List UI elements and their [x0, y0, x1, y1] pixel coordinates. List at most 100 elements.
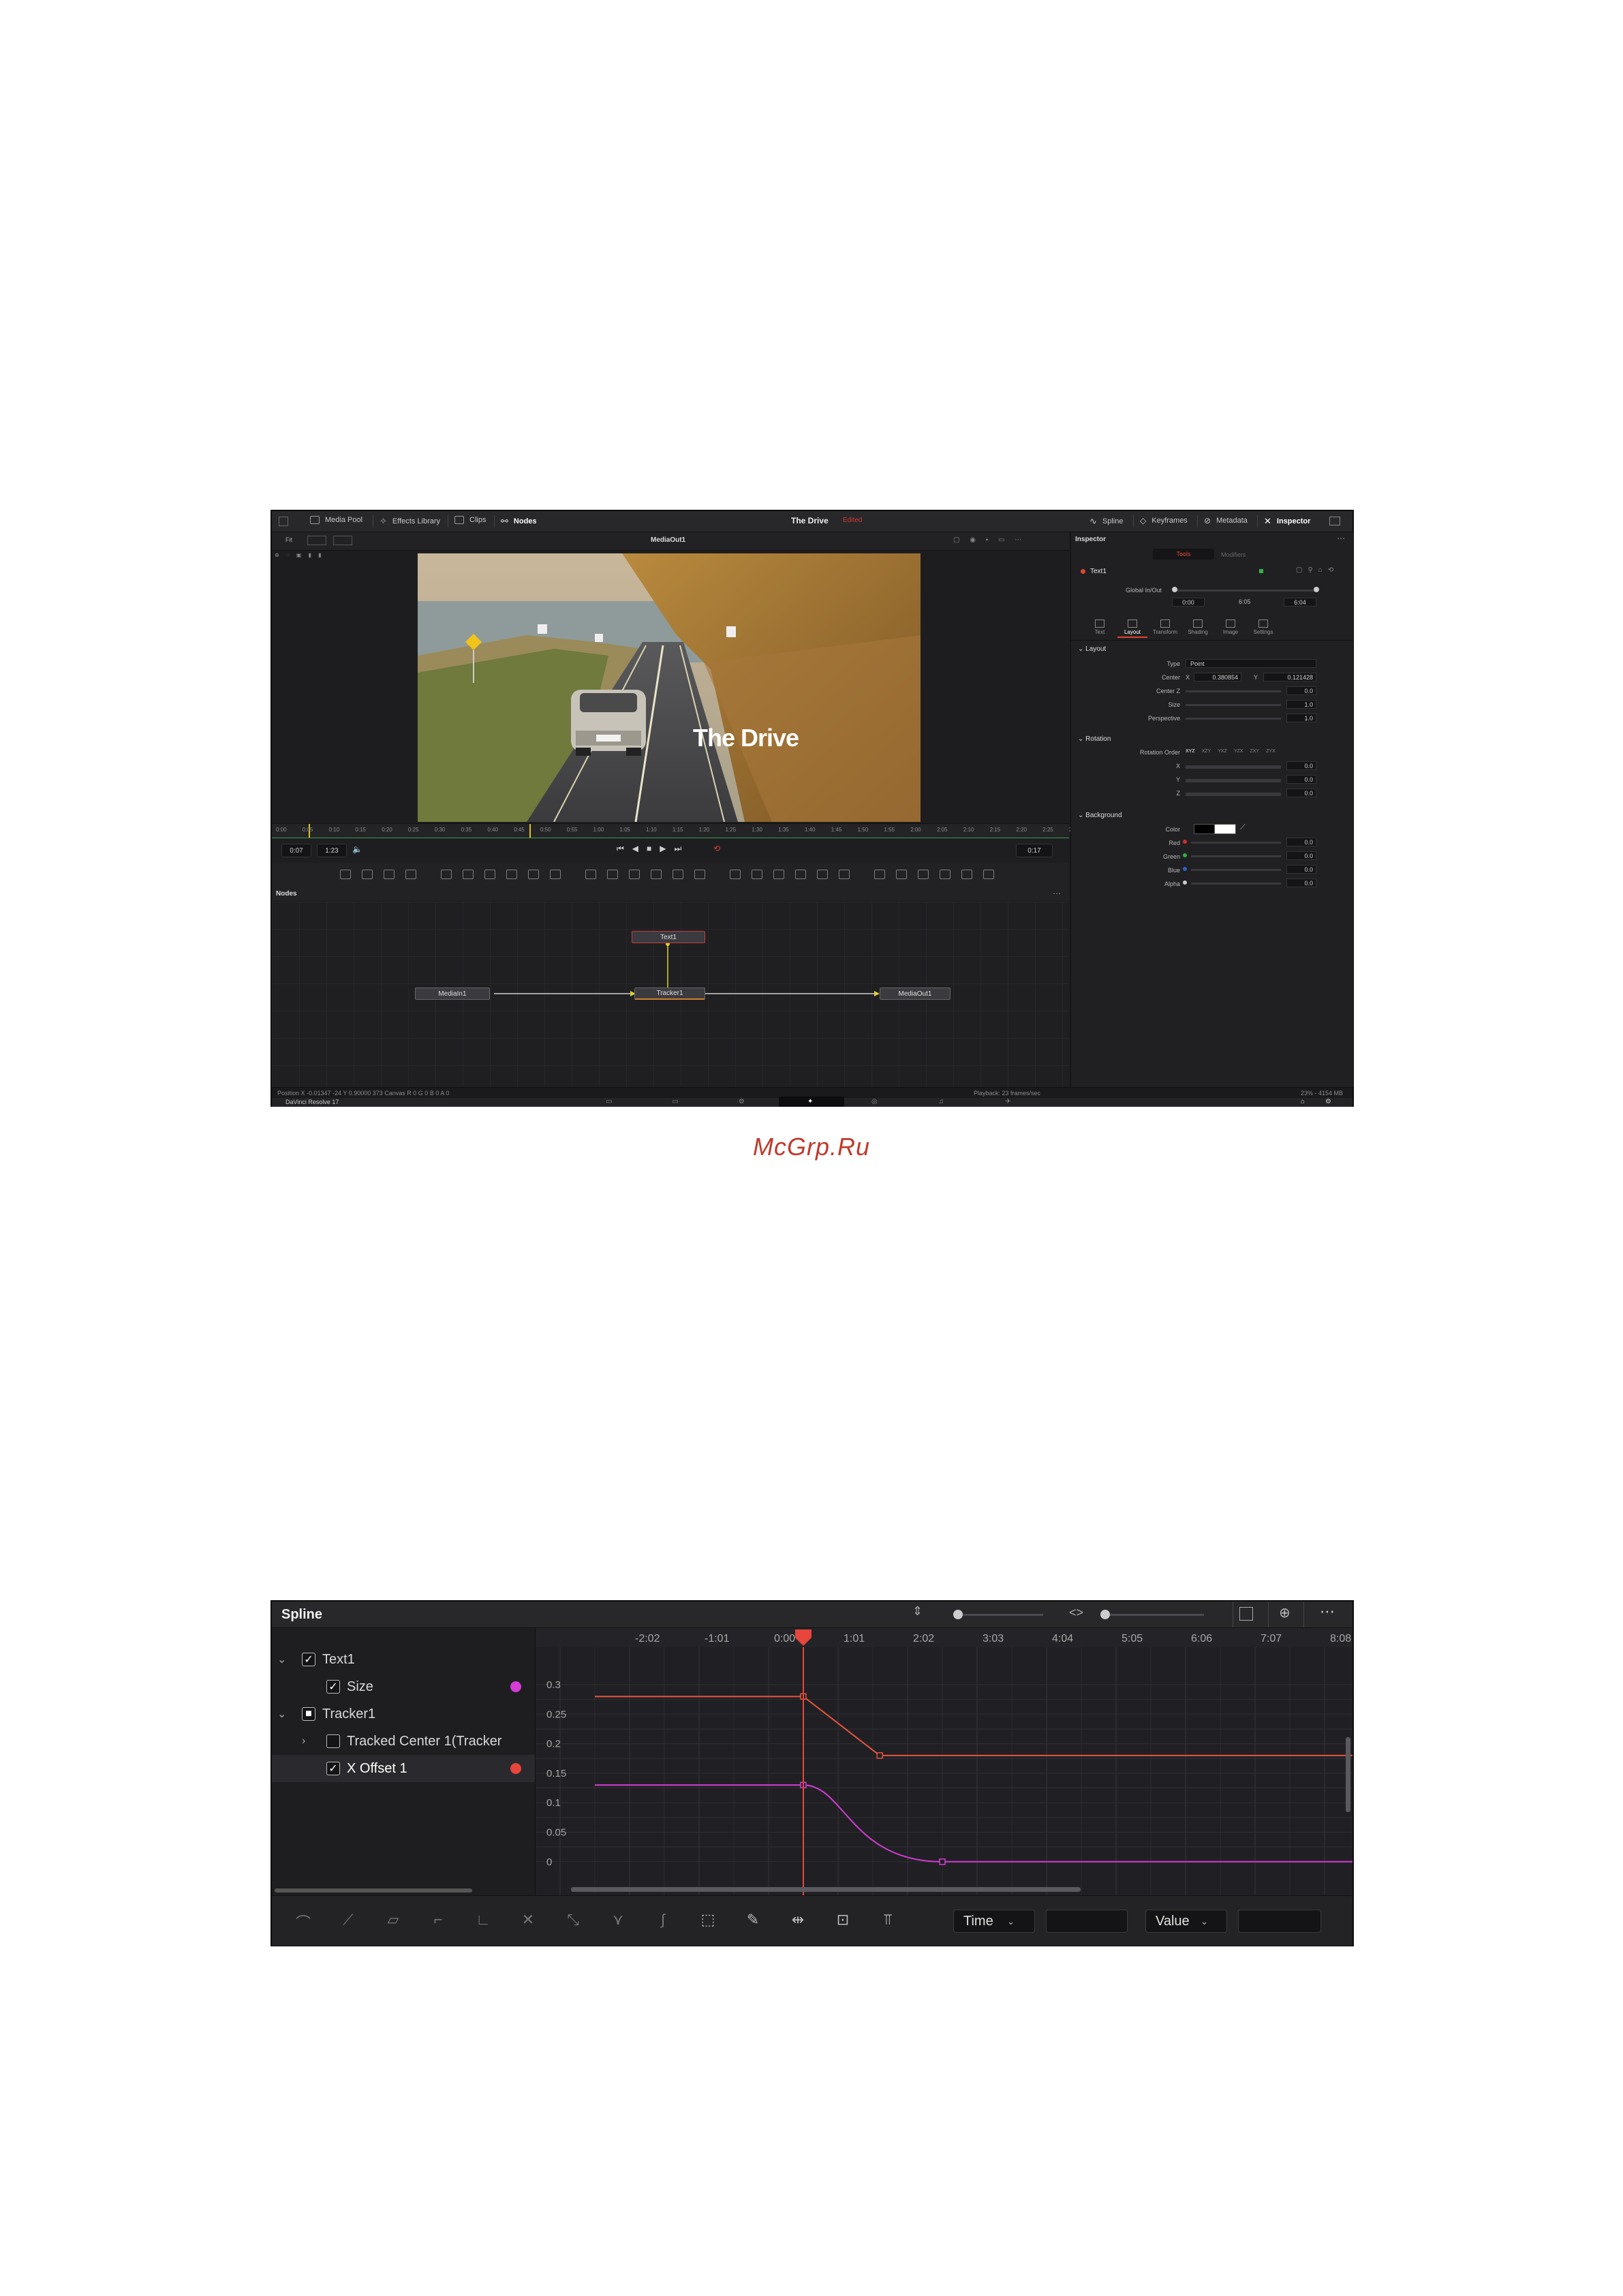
fusion-tool-icon[interactable]: [550, 870, 561, 879]
horizontal-zoom-handle[interactable]: [1100, 1610, 1110, 1619]
in-time-field[interactable]: 0:07: [281, 844, 311, 857]
viewer-lut-icon[interactable]: [333, 536, 352, 545]
fusion-tool-icon[interactable]: [484, 870, 495, 879]
fusion-tool-icon[interactable]: [694, 870, 705, 879]
text1-checkbox[interactable]: ✓: [302, 1653, 315, 1666]
keyframes-button[interactable]: ◇ Keyframes: [1140, 516, 1188, 525]
color-swatch-black[interactable]: [1194, 824, 1216, 834]
fusion-tool-icon[interactable]: [651, 870, 662, 879]
fusion-tool-icon[interactable]: [629, 870, 640, 879]
spline-tool-icon[interactable]: ⌐: [427, 1911, 449, 1931]
size-slider[interactable]: [1186, 704, 1281, 706]
monitor-icon[interactable]: [1329, 517, 1340, 525]
clips-button[interactable]: Clips: [454, 516, 486, 524]
fusion-tool-icon[interactable]: [506, 870, 517, 879]
red-slider[interactable]: [1191, 842, 1281, 844]
time-ruler[interactable]: 0:00 0:05 0:10 0:15 0:20 0:25 0:30 0:35 0:40 0:45…: [272, 823, 1186, 839]
spline-tool-icon[interactable]: ⟋: [337, 1911, 359, 1931]
center-y-field[interactable]: 0.121428: [1263, 673, 1316, 682]
fusion-tool-icon[interactable]: [795, 870, 806, 879]
node-graph[interactable]: Text1 MediaIn1 Tracker1 MediaOut1: [272, 902, 1069, 1087]
fusion-tool-icon[interactable]: [673, 870, 683, 879]
value-value-field[interactable]: [1238, 1910, 1321, 1933]
fusion-tool-icon[interactable]: [918, 870, 929, 879]
fusion-tool-icon[interactable]: [874, 870, 885, 879]
tracked-center-checkbox[interactable]: [326, 1734, 340, 1748]
inspector-menu-icon[interactable]: ⋯: [1337, 534, 1345, 543]
spline-tool-icon[interactable]: ⬚: [697, 1911, 719, 1931]
alpha-slider[interactable]: [1191, 883, 1281, 885]
node-header-icons[interactable]: ▢⚲⌂⟲: [1296, 566, 1339, 574]
fusion-tool-icon[interactable]: [940, 870, 950, 879]
global-inout-slider[interactable]: [1173, 590, 1316, 592]
rot-y-slider[interactable]: [1186, 779, 1281, 782]
fusion-tool-icon[interactable]: [817, 870, 828, 879]
nodes-menu-icon[interactable]: ⋯: [1053, 889, 1061, 898]
effects-library-button[interactable]: ✧ Effects Library: [380, 516, 440, 527]
vertical-zoom-slider[interactable]: [955, 1614, 1043, 1616]
size-field[interactable]: 1.0: [1286, 700, 1316, 709]
spline-graph[interactable]: -2:02 -1:01 0:00 1:01 2:02 3:03 4:04 5:05 6:06 7:…: [536, 1628, 1464, 1895]
horizontal-zoom-icon[interactable]: <>: [1069, 1606, 1083, 1620]
spline-tool-icon[interactable]: ⊡: [832, 1911, 854, 1931]
green-field[interactable]: 0.0: [1286, 851, 1316, 860]
fusion-tool-icon[interactable]: [773, 870, 784, 879]
rot-x-field[interactable]: 0.0: [1286, 761, 1316, 770]
red-field[interactable]: 0.0: [1286, 838, 1316, 846]
metadata-button[interactable]: ⊘ Metadata: [1204, 516, 1248, 525]
chevron-down-icon[interactable]: ⌄: [277, 1653, 294, 1666]
playback-buttons[interactable]: ⏮◀■▶⏭: [617, 844, 690, 854]
tracker1-checkbox[interactable]: ■: [302, 1707, 315, 1721]
rotation-order-zyx[interactable]: ZYX: [1266, 749, 1276, 754]
fusion-tool-icon[interactable]: [607, 870, 618, 879]
time-dropdown[interactable]: Time ⌄: [953, 1910, 1035, 1933]
rotation-order-zxy[interactable]: ZXY: [1250, 749, 1260, 754]
tree-item-tracker1[interactable]: ⌄ ■ Tracker1: [272, 1700, 535, 1728]
fusion-tool-icon[interactable]: [463, 870, 474, 879]
eyedropper-icon[interactable]: ⟋: [1240, 823, 1246, 832]
fusion-tool-icon[interactable]: [839, 870, 850, 879]
spline-tool-icon[interactable]: ▱: [382, 1911, 404, 1931]
time-value-field[interactable]: [1046, 1910, 1128, 1933]
fit-view-icon[interactable]: [1239, 1607, 1253, 1621]
current-time-field[interactable]: 0:17: [1016, 844, 1053, 857]
rotation-order-yzx[interactable]: YZX: [1234, 749, 1243, 754]
size-checkbox[interactable]: ✓: [326, 1680, 340, 1694]
rotation-order-xyz[interactable]: XYZ: [1186, 749, 1195, 754]
tab-modifiers[interactable]: Modifiers: [1221, 551, 1246, 558]
perspective-field[interactable]: 1.0: [1286, 714, 1316, 722]
global-out-handle[interactable]: [1314, 587, 1319, 592]
fusion-tool-icon[interactable]: [896, 870, 907, 879]
rotation-order-xzy[interactable]: XZY: [1202, 749, 1211, 754]
chevron-right-icon[interactable]: ›: [302, 1735, 318, 1747]
fusion-tool-icon[interactable]: [384, 870, 395, 879]
fusion-tool-icon[interactable]: [983, 870, 994, 879]
subtab-settings[interactable]: Settings: [1248, 618, 1278, 635]
subtab-text[interactable]: Text: [1085, 618, 1115, 635]
chevron-down-icon[interactable]: ⌄: [277, 1707, 294, 1721]
fusion-tool-icon[interactable]: [362, 870, 373, 879]
viewer-options-icon[interactable]: [307, 536, 326, 545]
type-dropdown[interactable]: Point: [1186, 659, 1316, 668]
mediaout1-node[interactable]: MediaOut1: [880, 988, 950, 1000]
page-tabs-right[interactable]: ◎♫✈: [871, 1098, 1072, 1105]
layout-section-header[interactable]: ⌄ Layout: [1078, 645, 1106, 653]
spline-tool-icon[interactable]: ∟: [472, 1911, 494, 1931]
node-version-indicator[interactable]: [1259, 569, 1263, 573]
center-x-field[interactable]: 0.380854: [1194, 673, 1241, 682]
tracker1-node[interactable]: Tracker1: [634, 988, 705, 1000]
playhead-marker[interactable]: [529, 824, 531, 838]
spline-tool-icon[interactable]: ✕: [517, 1911, 539, 1931]
page-tabs[interactable]: ▭▭⚙: [606, 1098, 805, 1105]
overlay-title-text[interactable]: The Drive: [693, 724, 799, 752]
fusion-tool-icon[interactable]: [528, 870, 539, 879]
subtab-layout[interactable]: Layout: [1117, 618, 1147, 638]
fusion-tool-icon[interactable]: [585, 870, 596, 879]
fusion-tool-icon[interactable]: [752, 870, 762, 879]
fusion-tool-icon[interactable]: [340, 870, 351, 879]
mediain1-node[interactable]: MediaIn1: [415, 988, 490, 1000]
background-section-header[interactable]: ⌄ Background: [1078, 812, 1122, 819]
viewer-small-tools[interactable]: ⊕ ◌ ▣ ▮ ▮: [275, 552, 324, 558]
global-in-handle[interactable]: [1172, 587, 1177, 592]
text1-node[interactable]: Text1: [632, 931, 705, 943]
